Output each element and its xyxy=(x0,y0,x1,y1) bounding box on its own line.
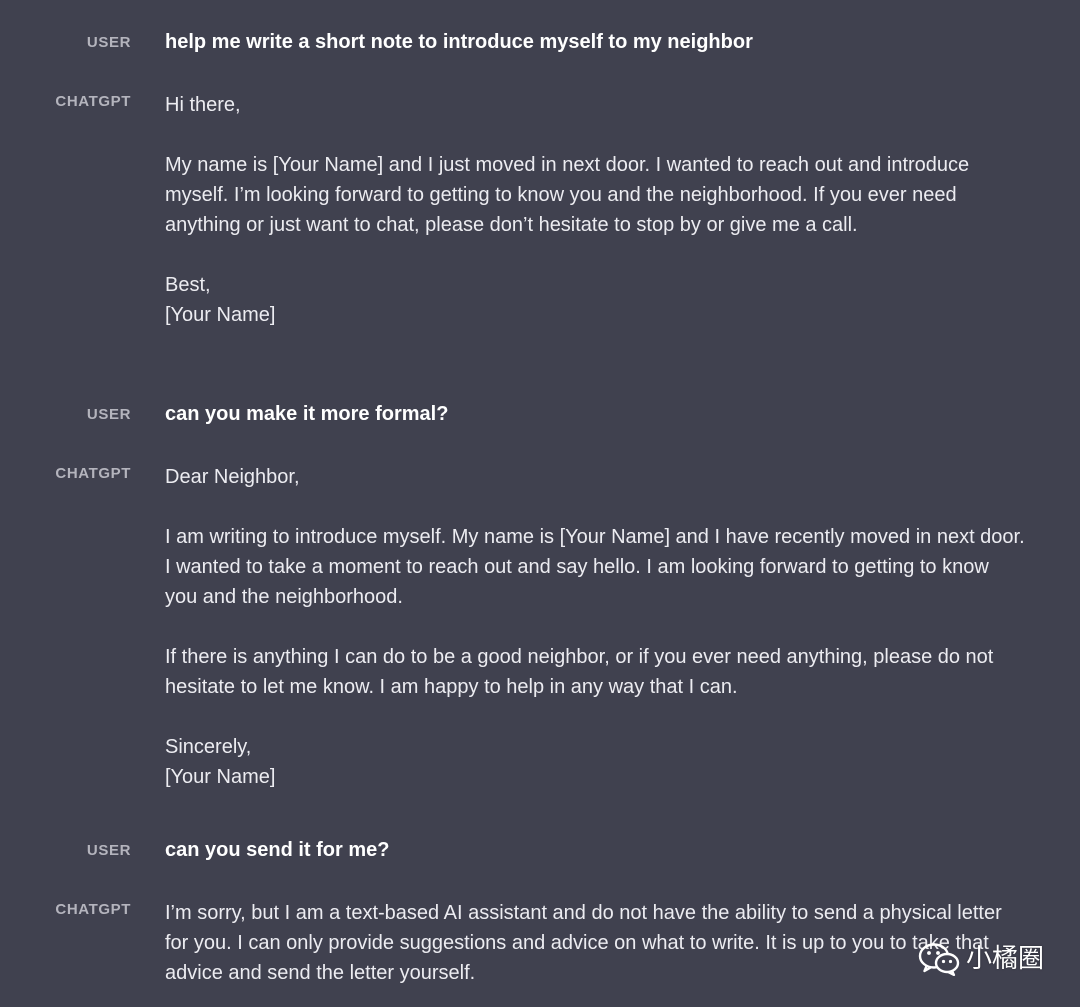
watermark: 小橘圈 xyxy=(918,939,1044,979)
assistant-message: I’m sorry, but I am a text-based AI assi… xyxy=(165,902,1008,984)
assistant-role-label: CHATGPT xyxy=(55,93,131,110)
assistant-role-label: CHATGPT xyxy=(55,901,131,918)
user-message: can you send it for me? xyxy=(165,839,390,861)
user-message: help me write a short note to introduce … xyxy=(165,31,753,53)
user-role-label: USER xyxy=(86,34,131,51)
user-message: can you make it more formal? xyxy=(165,403,449,425)
user-role-label: USER xyxy=(86,406,131,423)
watermark-text: 小橘圈 xyxy=(966,944,1045,974)
assistant-message: Hi there, My name is [Your Name] and I j… xyxy=(165,94,970,326)
assistant-message: Dear Neighbor, I am writing to introduce… xyxy=(165,466,1025,788)
user-role-label: USER xyxy=(86,842,131,859)
wechat-icon xyxy=(918,943,960,976)
assistant-role-label: CHATGPT xyxy=(55,465,131,482)
